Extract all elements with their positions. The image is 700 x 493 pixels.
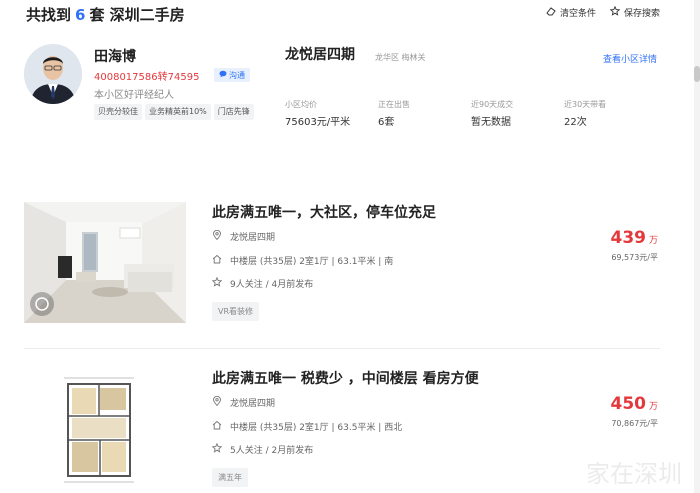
- watermark: 家在深圳: [586, 460, 682, 488]
- stat-label: 小区均价: [285, 100, 317, 109]
- total-price: 450: [610, 394, 646, 414]
- community-name[interactable]: 龙悦居四期: [285, 44, 355, 64]
- page-scrollbar[interactable]: [694, 0, 700, 493]
- listing-community[interactable]: 龙悦居四期: [230, 230, 275, 243]
- stat-deals-90d: 近90天成交 暂无数据: [471, 99, 564, 128]
- listing-divider: [24, 348, 660, 349]
- listing-item[interactable]: 此房满五唯一，大社区，停车位充足 龙悦居四期 中楼层 (共35层) 2室1厅 |…: [24, 202, 664, 327]
- eraser-icon: [546, 6, 556, 19]
- stat-label: 近90天成交: [471, 100, 514, 109]
- listing-community-row[interactable]: 龙悦居四期: [212, 395, 275, 409]
- results-header: 共找到 6 套 深圳二手房 清空条件 保存搜索: [0, 0, 700, 28]
- listing-badge: 满五年: [212, 468, 248, 487]
- save-search-label: 保存搜索: [623, 9, 660, 19]
- listing-info-row: 中楼层 (共35层) 2室1厅 | 63.1平米 | 南: [212, 254, 393, 267]
- listing-info: 中楼层 (共35层) 2室1厅 | 63.5平米 | 西北: [230, 423, 403, 433]
- stat-viewings-30d: 近30天带看 22次: [564, 99, 657, 128]
- listing-follow-row: 9人关注 / 4月前发布: [211, 276, 314, 290]
- price-unit-label: 万: [648, 402, 658, 412]
- stat-value: 6套: [378, 117, 395, 128]
- scrollbar-thumb[interactable]: [694, 66, 700, 82]
- listing-community-row[interactable]: 龙悦居四期: [212, 229, 275, 243]
- star-icon: [609, 5, 621, 19]
- stat-avg-price: 小区均价 75603元/平米: [285, 99, 378, 128]
- listing-price: 450 万 70,867元/平: [610, 394, 658, 429]
- house-icon: [212, 420, 222, 433]
- total-price: 439: [610, 228, 646, 248]
- location-pin-icon: [212, 395, 222, 409]
- listing-follow: 9人关注 / 4月前发布: [230, 280, 314, 290]
- save-search-button[interactable]: 保存搜索: [609, 5, 660, 19]
- listing-floorplan[interactable]: [24, 368, 186, 489]
- result-count: 6: [75, 6, 86, 24]
- listing-item[interactable]: 此房满五唯一 税费少 ，中间楼层 看房方便 龙悦居四期 中楼层 (共35层) 2…: [24, 368, 664, 493]
- listing-photo[interactable]: [24, 202, 186, 323]
- listing-follow-row: 5人关注 / 2月前发布: [211, 442, 314, 456]
- community-location: 龙华区 梅林关: [375, 53, 426, 62]
- listing-info: 中楼层 (共35层) 2室1厅 | 63.1平米 | 南: [230, 257, 394, 267]
- listing-info-row: 中楼层 (共35层) 2室1厅 | 63.5平米 | 西北: [212, 420, 402, 433]
- star-icon: [211, 276, 223, 290]
- listing-title[interactable]: 此房满五唯一 税费少 ，中间楼层 看房方便: [212, 368, 479, 388]
- community-summary: 龙悦居四期 龙华区 梅林关 查看小区详情 小区均价 75603元/平米 正在出售…: [285, 44, 657, 144]
- stat-value: 暂无数据: [471, 117, 511, 128]
- agent-description: 本小区好评经纪人: [94, 90, 174, 101]
- agent-tag: 贝壳分较佳: [94, 104, 142, 120]
- stat-label: 近30天带看: [564, 100, 607, 109]
- agent-card: 田海博 4008017586转74595 沟通 本小区好评经纪人 贝壳分较佳 业…: [24, 44, 274, 144]
- listing-follow: 5人关注 / 2月前发布: [230, 446, 314, 456]
- stat-value: 22次: [564, 117, 587, 128]
- result-count-title: 共找到 6 套 深圳二手房: [26, 4, 185, 25]
- unit-price: 70,867元/平: [611, 419, 658, 428]
- star-icon: [211, 442, 223, 456]
- chat-bubble-icon: [219, 70, 227, 80]
- house-icon: [212, 254, 222, 267]
- stat-on-sale: 正在出售 6套: [378, 99, 471, 128]
- location-pin-icon: [212, 229, 222, 243]
- community-detail-link[interactable]: 查看小区详情: [603, 52, 657, 65]
- stat-value: 75603元/平米: [285, 117, 351, 128]
- price-unit-label: 万: [648, 236, 658, 246]
- stat-label: 正在出售: [378, 100, 410, 109]
- chat-button[interactable]: 沟通: [214, 68, 250, 82]
- agent-tag: 门店先锋: [213, 104, 254, 120]
- result-suffix: 套 深圳二手房: [89, 6, 185, 24]
- agent-phone: 4008017586转74595: [94, 72, 200, 83]
- listing-title[interactable]: 此房满五唯一，大社区，停车位充足: [212, 202, 436, 222]
- unit-price: 69,573元/平: [611, 253, 658, 262]
- clear-filters-label: 清空条件: [559, 9, 596, 19]
- result-prefix: 共找到: [26, 6, 72, 24]
- clear-filters-button[interactable]: 清空条件: [546, 6, 596, 19]
- listing-price: 439 万 69,573元/平: [610, 228, 658, 263]
- agent-tags: 贝壳分较佳 业务精英前10% 门店先锋: [94, 104, 264, 120]
- listing-badge: VR看装修: [212, 302, 260, 321]
- agent-avatar[interactable]: [24, 44, 82, 104]
- agent-tag: 业务精英前10%: [145, 104, 211, 120]
- agent-name[interactable]: 田海博: [94, 46, 136, 66]
- chat-label: 沟通: [229, 70, 245, 80]
- listing-community[interactable]: 龙悦居四期: [230, 396, 275, 409]
- community-stats: 小区均价 75603元/平米 正在出售 6套 近90天成交 暂无数据 近30天带…: [285, 99, 657, 128]
